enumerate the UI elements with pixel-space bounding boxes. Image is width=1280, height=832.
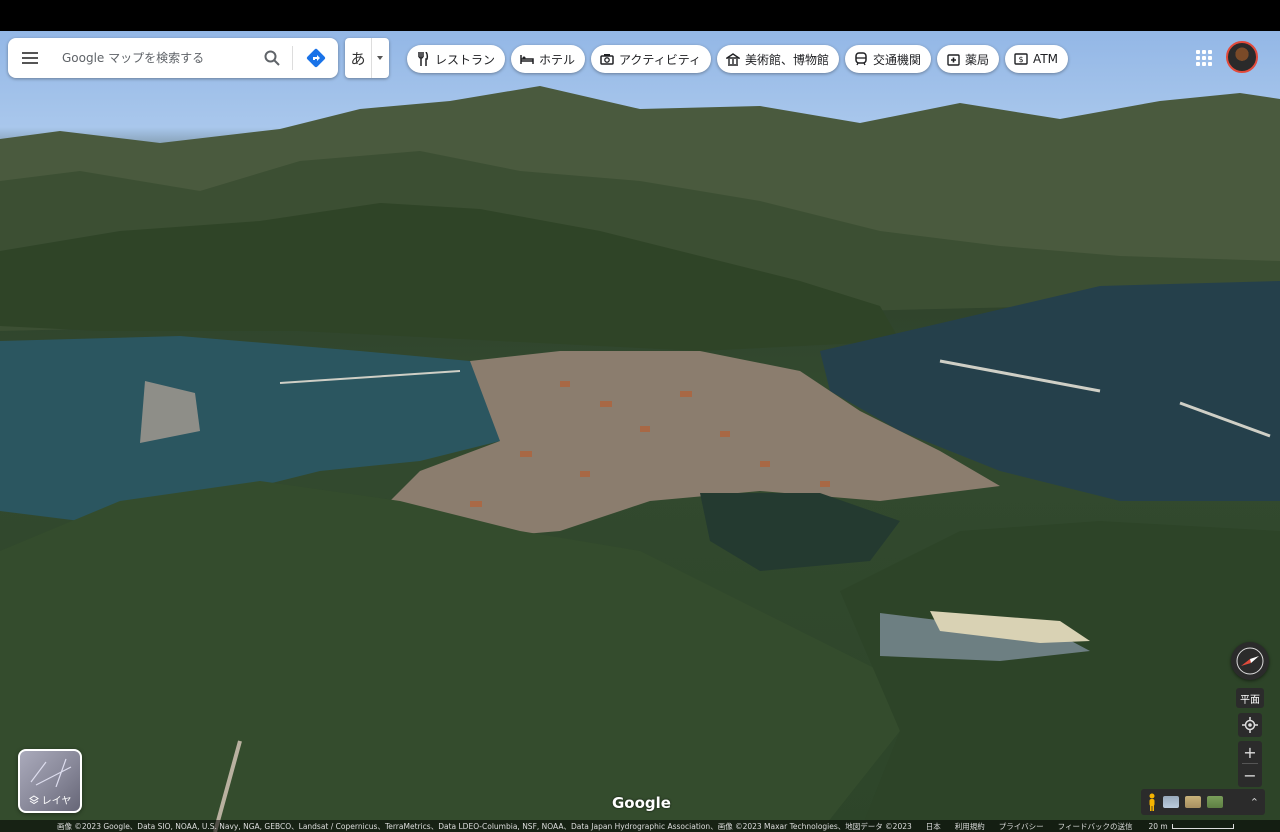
search-icon — [264, 50, 280, 66]
menu-button[interactable] — [8, 38, 52, 78]
transit-icon — [854, 52, 868, 66]
imagery-thumbnail[interactable] — [1163, 796, 1179, 808]
scale-line — [1171, 823, 1234, 829]
zoom-in-button[interactable]: + — [1238, 741, 1262, 763]
chip-label: アクティビティ — [619, 52, 701, 67]
directions-button[interactable] — [299, 38, 333, 78]
chip-activities[interactable]: アクティビティ — [591, 45, 711, 73]
search-button[interactable] — [254, 38, 290, 78]
svg-text:$: $ — [1019, 55, 1024, 64]
footer-link-terms[interactable]: 利用規約 — [955, 821, 985, 832]
restaurant-icon — [416, 52, 430, 66]
footer-link-privacy[interactable]: プライバシー — [999, 821, 1044, 832]
zoom-out-button[interactable]: − — [1238, 764, 1262, 786]
tilt-toggle-button[interactable]: 平面 — [1236, 688, 1264, 708]
category-chips: レストラン ホテル アクティビティ 美術館、博物館 交通機関 薬局 $ ATM — [407, 45, 1069, 73]
attribution-footer: 画像 ©2023 Google、Data SIO, NOAA, U.S. Nav… — [0, 820, 1280, 832]
chip-label: 薬局 — [965, 52, 990, 67]
footer-link-region[interactable]: 日本 — [926, 821, 941, 832]
layers-label: レイヤ — [41, 796, 72, 807]
compass-icon — [1236, 647, 1264, 675]
scale-label: 20 m — [1148, 821, 1168, 831]
google-logo: Google — [612, 794, 671, 812]
compass-button[interactable] — [1231, 642, 1269, 680]
chip-atm[interactable]: $ ATM — [1005, 45, 1069, 73]
chip-label: ホテル — [539, 52, 576, 67]
chip-label: ATM — [1033, 52, 1059, 66]
footer-link-feedback[interactable]: フィードバックの送信 — [1058, 821, 1133, 832]
divider — [292, 46, 293, 70]
hamburger-icon — [22, 57, 38, 59]
input-method-label: あ — [350, 49, 366, 68]
attribution-text: 画像 ©2023 Google、Data SIO, NOAA, U.S. Nav… — [57, 821, 912, 831]
divider — [371, 38, 372, 78]
layers-icon — [28, 794, 39, 804]
search-box — [8, 38, 338, 78]
directions-icon — [306, 48, 326, 68]
chevron-down-icon — [377, 56, 383, 60]
imagery-thumbnail[interactable] — [1207, 796, 1223, 808]
street-view-tray: ⌃ — [1141, 789, 1265, 815]
camera-icon — [600, 52, 614, 66]
chip-label: 交通機関 — [873, 52, 922, 67]
browser-top-bar — [0, 0, 1280, 31]
chevron-up-icon[interactable]: ⌃ — [1250, 796, 1259, 809]
satellite-3d-map[interactable] — [0, 31, 1280, 832]
crosshair-icon — [1242, 717, 1258, 733]
chip-transit[interactable]: 交通機関 — [845, 45, 932, 73]
layers-label-row: レイヤ — [20, 792, 80, 807]
scale-bar[interactable]: 20 m — [1148, 821, 1234, 831]
museum-icon — [726, 52, 740, 66]
input-method-selector[interactable]: あ — [345, 38, 389, 78]
imagery-thumbnail[interactable] — [1185, 796, 1201, 808]
zoom-controls: + − — [1238, 741, 1262, 787]
my-location-button[interactable] — [1238, 713, 1262, 737]
chip-label: レストラン — [435, 52, 496, 67]
layers-button[interactable]: レイヤ — [18, 749, 82, 813]
search-input[interactable] — [60, 50, 254, 66]
pond — [700, 493, 900, 571]
chip-hotel[interactable]: ホテル — [511, 45, 586, 73]
pharmacy-icon — [946, 52, 960, 66]
foreground-hill-right — [840, 521, 1280, 832]
chip-restaurant[interactable]: レストラン — [407, 45, 506, 73]
chip-pharmacy[interactable]: 薬局 — [937, 45, 1000, 73]
chip-museums[interactable]: 美術館、博物館 — [717, 45, 840, 73]
apps-grid-icon[interactable] — [1196, 50, 1212, 66]
pegman-icon[interactable] — [1147, 793, 1157, 811]
chip-label: 美術館、博物館 — [745, 52, 830, 67]
atm-icon: $ — [1014, 52, 1028, 66]
hotel-icon — [520, 52, 534, 66]
avatar[interactable] — [1226, 41, 1258, 73]
map-thumbnail — [30, 758, 72, 787]
